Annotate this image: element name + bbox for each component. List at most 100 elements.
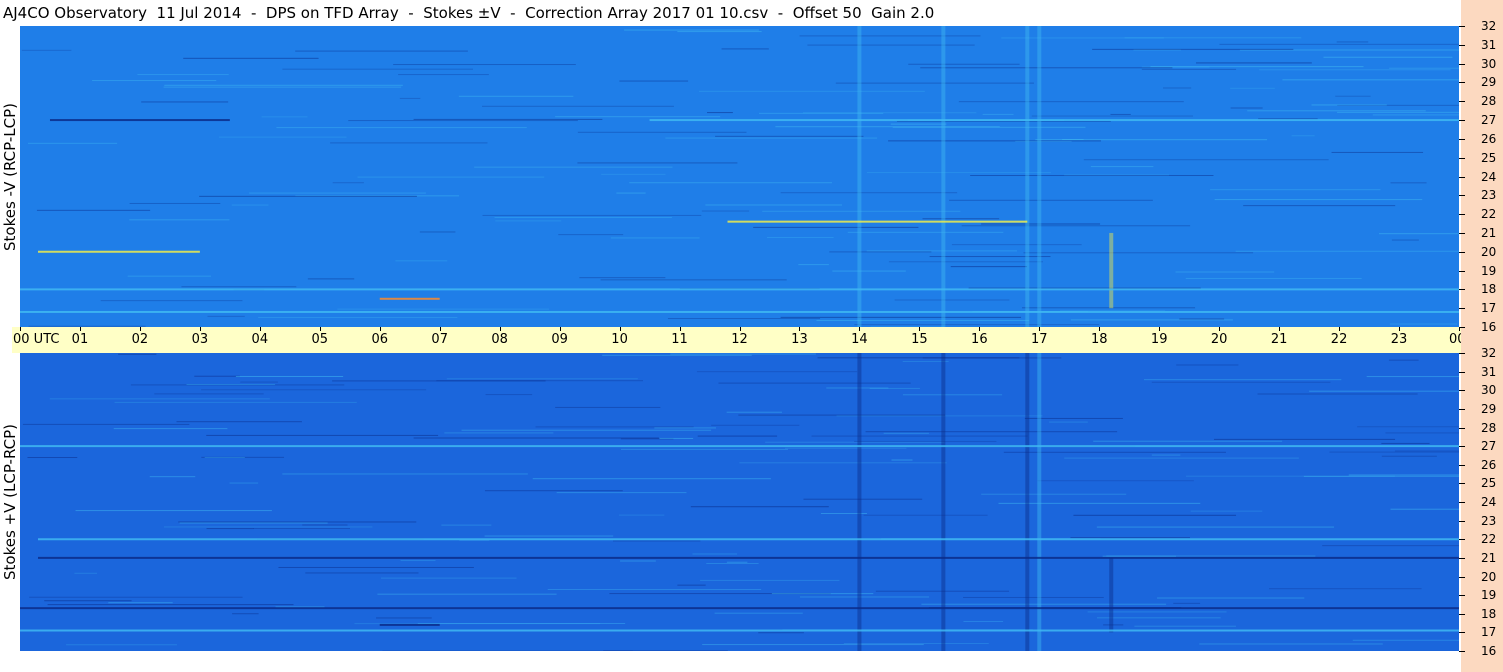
texture-streak [949,199,1153,201]
texture-streak [963,596,1104,598]
texture-streak [619,80,689,82]
texture-streak [1379,233,1459,235]
frequency-tick-mark [1459,157,1465,159]
texture-streak [726,561,748,563]
horizontal-band-mark [379,297,440,300]
texture-streak [677,584,706,586]
frequency-tick-label: 32 [1481,346,1497,360]
frequency-tick-mark [1459,464,1465,466]
texture-streak [100,300,243,302]
texture-streak [114,401,357,403]
horizontal-band-mark [20,288,1459,291]
texture-streak [1357,426,1459,428]
texture-streak [1337,111,1459,113]
frequency-tick-label: 17 [1481,301,1497,316]
texture-streak [616,192,646,194]
frequency-tick-label: 19 [1481,263,1497,278]
y-axis-label-text: Stokes +V (LCP-RCP) [1,424,19,580]
texture-streak [113,428,228,430]
texture-streak [961,225,1191,227]
texture-streak [1390,182,1427,184]
time-tick-mark [319,327,321,331]
texture-streak [894,299,1010,301]
frequency-tick-label: 24 [1481,169,1497,184]
texture-streak [348,120,578,122]
texture-streak [1282,79,1459,81]
texture-streak [495,220,562,222]
texture-streak [1110,113,1131,115]
texture-streak [780,192,958,194]
vertical-burst-mark [1025,353,1030,651]
time-tick-mark [379,327,381,331]
texture-streak [1323,56,1453,58]
time-tick-label: 02 [131,332,149,347]
texture-streak [235,375,344,377]
texture-streak [419,231,456,233]
frequency-tick-mark [1459,446,1465,448]
texture-streak [1372,114,1459,116]
texture-streak [278,566,474,568]
texture-streak [149,476,196,478]
frequency-tick-label: 23 [1481,188,1497,203]
texture-streak [701,210,750,212]
texture-streak [199,195,417,197]
texture-streak [1352,639,1459,641]
texture-streak [444,432,554,434]
texture-streak [696,371,858,373]
texture-streak [1213,438,1396,440]
texture-streak [775,126,1000,128]
frequency-tick-label: 23 [1481,513,1497,528]
frequency-tick-mark [1459,232,1465,234]
texture-streak [950,266,1028,268]
texture-streak [21,49,72,51]
texture-streak [888,261,1043,263]
time-tick-label: 18 [1090,332,1108,347]
time-tick-label: 15 [911,332,928,347]
time-tick-mark [1219,327,1221,331]
texture-streak [532,478,771,480]
vertical-burst-mark [1037,353,1042,651]
frequency-tick-mark [1459,557,1465,559]
time-tick-label: 06 [371,332,389,347]
texture-streak [282,68,473,70]
texture-streak [843,642,989,644]
texture-streak [807,44,975,46]
spectrogram-stokes-minus-v [20,26,1459,327]
texture-streak [865,431,1118,433]
texture-streak [1336,41,1369,43]
frequency-tick-mark [1459,427,1465,429]
texture-streak [1179,318,1225,320]
texture-streak [1102,555,1177,557]
frequency-tick-mark [1459,327,1465,328]
frequency-tick-mark [1459,483,1465,485]
texture-streak [201,389,427,391]
texture-streak [601,173,666,175]
texture-streak [817,357,1020,359]
frequency-tick-mark [1459,176,1465,178]
frequency-tick-mark [1459,539,1465,541]
texture-streak [1259,69,1451,71]
frequency-tick-mark [1459,576,1465,578]
texture-streak [74,572,97,574]
time-tick-mark [1339,327,1341,331]
texture-streak [555,116,721,118]
texture-streak [1049,421,1088,423]
texture-streak [204,456,245,458]
texture-streak [1303,475,1459,477]
texture-streak [141,101,229,103]
frequency-tick-label: 28 [1481,420,1497,435]
texture-streak [659,437,694,439]
texture-streak [958,101,1184,103]
time-tick-mark [139,327,141,331]
frequency-tick-label: 19 [1481,588,1497,603]
frequency-tick-mark [1459,613,1465,615]
texture-streak [1062,139,1084,141]
horizontal-band-mark [37,250,200,253]
texture-streak [1175,271,1275,273]
frequency-tick-mark [1459,289,1465,291]
texture-streak [726,411,782,413]
texture-streak [863,514,988,516]
time-tick-label: 09 [551,332,568,347]
texture-streak [1390,508,1459,510]
frequency-tick-label: 29 [1481,401,1497,416]
